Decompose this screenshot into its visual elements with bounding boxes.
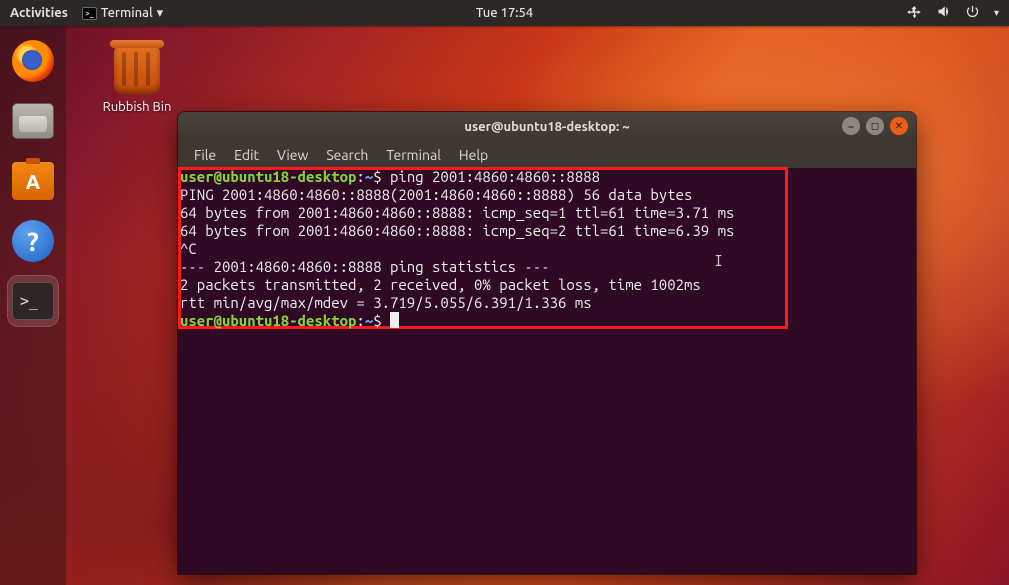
window-titlebar[interactable]: user@ubuntu18-desktop: ~ – ◻ ✕ <box>178 112 916 142</box>
terminal-line: ^C <box>180 240 914 258</box>
prompt-user: user@ubuntu18-desktop <box>180 168 356 185</box>
terminal-body[interactable]: user@ubuntu18-desktop:~$ ping 2001:4860:… <box>178 168 916 574</box>
window-title: user@ubuntu18-desktop: ~ <box>464 120 629 134</box>
desktop-icon-label: Rubbish Bin <box>96 100 178 114</box>
dock-firefox[interactable] <box>8 36 58 86</box>
terminal-window: user@ubuntu18-desktop: ~ – ◻ ✕ File Edit… <box>178 112 916 574</box>
terminal-line: 2 packets transmitted, 2 received, 0% pa… <box>180 276 914 294</box>
terminal-line: PING 2001:4860:4860::8888(2001:4860:4860… <box>180 186 914 204</box>
trash-icon <box>114 46 160 94</box>
maximize-button[interactable]: ◻ <box>866 117 884 135</box>
volume-icon[interactable] <box>936 4 951 22</box>
close-button[interactable]: ✕ <box>890 117 908 135</box>
menu-view[interactable]: View <box>269 145 316 165</box>
clock[interactable]: Tue 17:54 <box>476 6 533 20</box>
menu-search[interactable]: Search <box>318 145 376 165</box>
dock-software[interactable] <box>8 156 58 206</box>
terminal-line: rtt min/avg/max/mdev = 3.719/5.055/6.391… <box>180 294 914 312</box>
menu-edit[interactable]: Edit <box>226 145 267 165</box>
terminal-line: user@ubuntu18-desktop:~$ ping 2001:4860:… <box>180 168 914 186</box>
minimize-button[interactable]: – <box>842 117 860 135</box>
power-icon[interactable] <box>965 4 980 22</box>
dock-help[interactable]: ? <box>8 216 58 266</box>
terminal-icon: >_ <box>82 7 97 20</box>
menubar: File Edit View Search Terminal Help <box>178 142 916 168</box>
terminal-line: --- 2001:4860:4860::8888 ping statistics… <box>180 258 914 276</box>
app-menu-label: Terminal <box>101 6 153 20</box>
text-cursor-icon: I <box>714 252 723 270</box>
dock: ? >_ <box>0 26 66 585</box>
gnome-top-bar: Activities >_ Terminal ▾ Tue 17:54 ▾ <box>0 0 1009 26</box>
terminal-line: 64 bytes from 2001:4860:4860::8888: icmp… <box>180 222 914 240</box>
menu-file[interactable]: File <box>186 145 224 165</box>
files-icon <box>12 103 54 139</box>
prompt-path: ~ <box>365 168 373 185</box>
terminal-icon: >_ <box>12 282 54 320</box>
dock-terminal[interactable]: >_ <box>8 276 58 326</box>
software-icon <box>12 162 54 200</box>
firefox-icon <box>12 40 54 82</box>
menu-terminal[interactable]: Terminal <box>378 145 449 165</box>
cursor <box>390 312 399 328</box>
terminal-line: user@ubuntu18-desktop:~$ <box>180 312 914 330</box>
chevron-down-icon[interactable]: ▾ <box>994 7 999 19</box>
terminal-line: 64 bytes from 2001:4860:4860::8888: icmp… <box>180 204 914 222</box>
network-icon[interactable] <box>907 4 922 22</box>
chevron-down-icon: ▾ <box>157 6 164 21</box>
help-icon: ? <box>12 220 54 262</box>
dock-files[interactable] <box>8 96 58 146</box>
activities-button[interactable]: Activities <box>10 6 68 20</box>
menu-help[interactable]: Help <box>451 145 496 165</box>
desktop-rubbish-bin[interactable]: Rubbish Bin <box>96 46 178 114</box>
app-menu[interactable]: >_ Terminal ▾ <box>82 6 163 21</box>
